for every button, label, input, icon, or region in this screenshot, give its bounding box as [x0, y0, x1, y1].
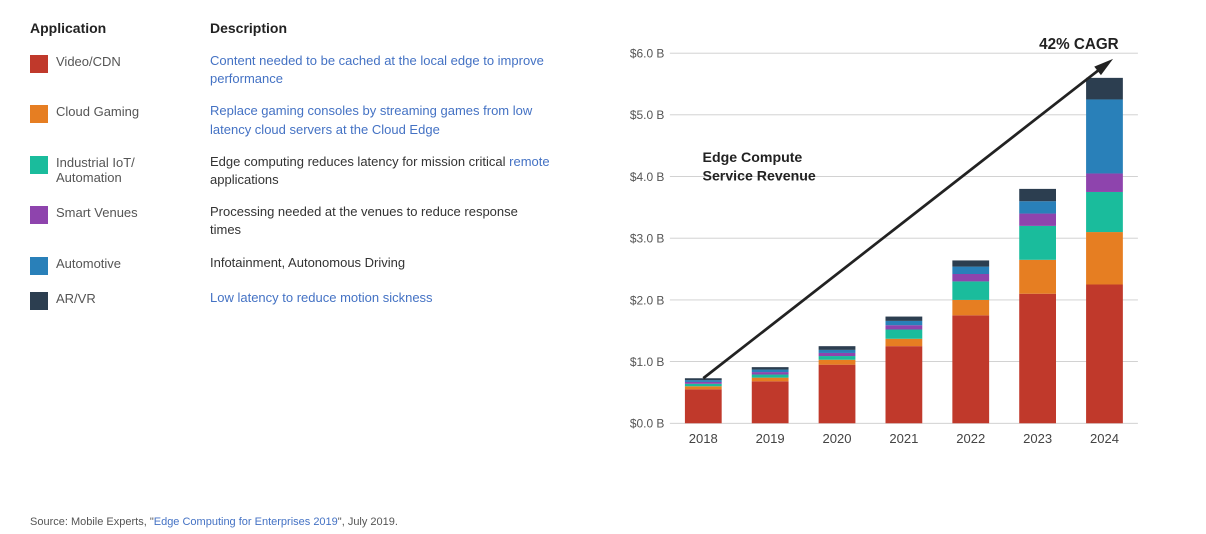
table-row: Automotive Infotainment, Autonomous Drivi… [30, 254, 590, 275]
color-swatch-4 [30, 257, 48, 275]
desc-cell-5: Low latency to reduce motion sickness [210, 289, 433, 307]
svg-text:$1.0 B: $1.0 B [630, 355, 665, 369]
app-cell-1: Cloud Gaming [30, 102, 210, 123]
svg-text:$3.0 B: $3.0 B [630, 232, 665, 246]
color-swatch-5 [30, 292, 48, 310]
svg-text:$6.0 B: $6.0 B [630, 47, 665, 61]
app-name-1: Cloud Gaming [56, 104, 139, 119]
svg-text:$4.0 B: $4.0 B [630, 170, 665, 184]
table-header: Application Description [30, 20, 590, 42]
source-citation: Source: Mobile Experts, "Edge Computing … [0, 510, 1206, 534]
table-rows: Video/CDN Content needed to be cached at … [30, 52, 590, 310]
source-text-before: Source: Mobile Experts, " [30, 516, 154, 528]
app-name-4: Automotive [56, 256, 121, 271]
app-name-0: Video/CDN [56, 54, 121, 69]
app-cell-0: Video/CDN [30, 52, 210, 73]
svg-text:2020: 2020 [823, 431, 852, 446]
desc-cell-3: Processing needed at the venues to reduc… [210, 203, 550, 239]
svg-text:$0.0 B: $0.0 B [630, 417, 665, 431]
color-swatch-0 [30, 55, 48, 73]
app-cell-3: Smart Venues [30, 203, 210, 224]
desc-cell-2: Edge computing reduces latency for missi… [210, 153, 550, 189]
svg-text:2019: 2019 [756, 431, 785, 446]
table-row: Industrial IoT/ Automation Edge computing… [30, 153, 590, 189]
desc-cell-0: Content needed to be cached at the local… [210, 52, 550, 88]
svg-text:2022: 2022 [956, 431, 985, 446]
app-name-5: AR/VR [56, 291, 96, 306]
svg-text:2023: 2023 [1023, 431, 1052, 446]
svg-text:2018: 2018 [689, 431, 718, 446]
app-name-2: Industrial IoT/ Automation [56, 155, 135, 185]
app-cell-2: Industrial IoT/ Automation [30, 153, 210, 185]
table-row: AR/VR Low latency to reduce motion sickne… [30, 289, 590, 310]
app-cell-5: AR/VR [30, 289, 210, 310]
legend-table: Application Description Video/CDN Content… [30, 20, 590, 500]
col-application-header: Application [30, 20, 210, 36]
app-name-3: Smart Venues [56, 205, 138, 220]
color-swatch-3 [30, 206, 48, 224]
svg-text:$5.0 B: $5.0 B [630, 108, 665, 122]
chart-panel: $0.0 B $1.0 B $2.0 B $3.0 B $4.0 B $5.0 B $6.0… [590, 20, 1176, 500]
source-link[interactable]: Edge Computing for Enterprises 2019 [154, 516, 338, 528]
desc-cell-4: Infotainment, Autonomous Driving [210, 254, 405, 272]
app-cell-4: Automotive [30, 254, 210, 275]
color-swatch-1 [30, 105, 48, 123]
svg-text:42% CAGR: 42% CAGR [1039, 36, 1119, 53]
bar-chart: $0.0 B $1.0 B $2.0 B $3.0 B $4.0 B $5.0 B $6.0… [610, 20, 1176, 500]
table-row: Video/CDN Content needed to be cached at … [30, 52, 590, 88]
table-row: Cloud Gaming Replace gaming consoles by s… [30, 102, 590, 138]
svg-text:Service Revenue: Service Revenue [703, 168, 816, 184]
color-swatch-2 [30, 156, 48, 174]
svg-text:Edge Compute: Edge Compute [703, 149, 803, 165]
svg-text:$2.0 B: $2.0 B [630, 293, 665, 307]
source-text-after: ", July 2019. [338, 516, 398, 528]
svg-text:2024: 2024 [1090, 431, 1119, 446]
desc-cell-1: Replace gaming consoles by streaming gam… [210, 102, 550, 138]
col-description-header: Description [210, 20, 287, 36]
svg-text:2021: 2021 [889, 431, 918, 446]
table-row: Smart Venues Processing needed at the ven… [30, 203, 590, 239]
